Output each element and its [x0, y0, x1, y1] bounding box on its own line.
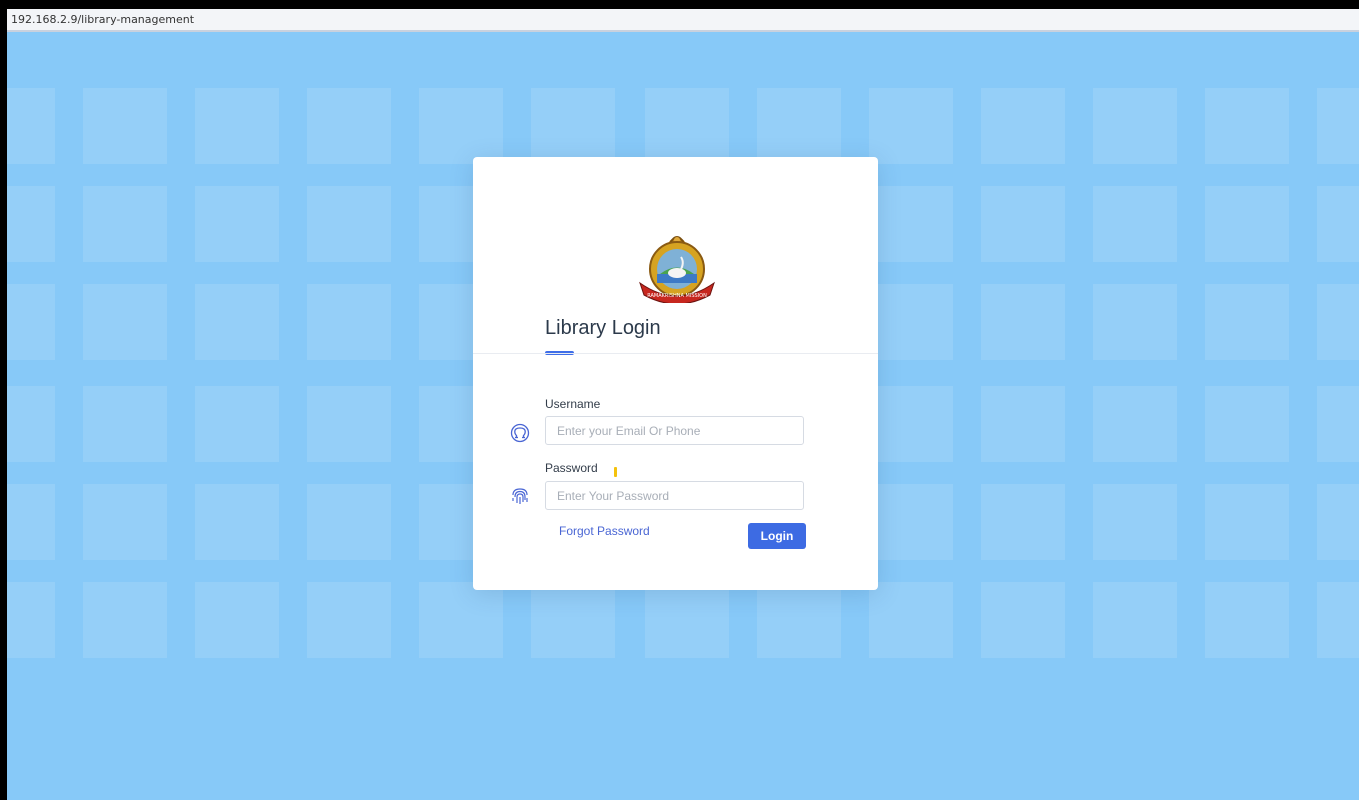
bg-tile — [83, 186, 167, 262]
bg-tile — [1205, 582, 1289, 658]
bg-tile — [1093, 582, 1177, 658]
login-button[interactable]: Login — [748, 523, 806, 549]
bg-tile — [195, 386, 279, 462]
bg-tile — [981, 484, 1065, 560]
bg-tile — [1093, 386, 1177, 462]
bg-tile — [531, 88, 615, 164]
bg-tile — [869, 284, 953, 360]
bg-tile — [1317, 88, 1359, 164]
bg-tile — [1317, 284, 1359, 360]
bg-tile — [1317, 186, 1359, 262]
bg-tile — [645, 88, 729, 164]
browser-window: 192.168.2.9/library-management RAMAKRISH… — [7, 9, 1359, 800]
bg-tile — [1093, 484, 1177, 560]
bg-tile — [83, 284, 167, 360]
forgot-password-link[interactable]: Forgot Password — [559, 524, 650, 538]
bg-tile — [1205, 186, 1289, 262]
password-input[interactable] — [545, 481, 804, 510]
bg-tile — [195, 582, 279, 658]
bg-tile — [1317, 386, 1359, 462]
login-card: RAMAKRISHNA MISSION Library Login Userna… — [473, 157, 878, 590]
header-divider — [473, 353, 878, 354]
emblem-logo: RAMAKRISHNA MISSION — [639, 236, 715, 303]
bg-tile — [7, 284, 55, 360]
bg-tile — [645, 582, 729, 658]
user-circle-icon — [510, 423, 530, 443]
bg-tile — [7, 88, 55, 164]
bg-tile — [1205, 88, 1289, 164]
bg-tile — [419, 582, 503, 658]
bg-tile — [757, 88, 841, 164]
bg-tile — [1205, 484, 1289, 560]
mouse-cursor-marker — [614, 467, 617, 477]
bg-tile — [1317, 484, 1359, 560]
username-input[interactable] — [545, 416, 804, 445]
bg-tile — [1317, 582, 1359, 658]
bg-tile — [307, 484, 391, 560]
username-label: Username — [545, 397, 601, 411]
url-text[interactable]: 192.168.2.9/library-management — [11, 13, 194, 26]
bg-tile — [981, 186, 1065, 262]
bg-tile — [307, 186, 391, 262]
bg-tile — [981, 88, 1065, 164]
fingerprint-icon — [512, 488, 528, 504]
bg-tile — [1093, 186, 1177, 262]
bg-tile — [419, 88, 503, 164]
bg-tile — [195, 186, 279, 262]
bg-tile — [869, 186, 953, 262]
bg-tile — [83, 582, 167, 658]
bg-tile — [1205, 386, 1289, 462]
password-label: Password — [545, 461, 598, 475]
bg-tile — [195, 484, 279, 560]
bg-tile — [981, 582, 1065, 658]
bg-tile — [7, 484, 55, 560]
bg-tile — [869, 386, 953, 462]
bg-tile — [757, 582, 841, 658]
bg-tile — [981, 284, 1065, 360]
bg-tile — [307, 88, 391, 164]
bg-tile — [195, 88, 279, 164]
bg-tile — [7, 386, 55, 462]
bg-tile — [83, 386, 167, 462]
bg-tile — [195, 284, 279, 360]
bg-tile — [307, 284, 391, 360]
bg-tile — [531, 582, 615, 658]
bg-tile — [7, 582, 55, 658]
bg-tile — [981, 386, 1065, 462]
bg-tile — [7, 186, 55, 262]
bg-tile — [1093, 284, 1177, 360]
bg-tile — [869, 484, 953, 560]
bg-tile — [1093, 88, 1177, 164]
bg-tile — [83, 484, 167, 560]
page-title: Library Login — [545, 317, 661, 339]
bg-tile — [307, 582, 391, 658]
bg-tile — [869, 582, 953, 658]
bg-tile — [869, 88, 953, 164]
address-bar[interactable]: 192.168.2.9/library-management — [7, 9, 1359, 32]
bg-tile — [83, 88, 167, 164]
bg-tile — [1205, 284, 1289, 360]
svg-text:RAMAKRISHNA MISSION: RAMAKRISHNA MISSION — [647, 293, 707, 299]
bg-tile — [307, 386, 391, 462]
